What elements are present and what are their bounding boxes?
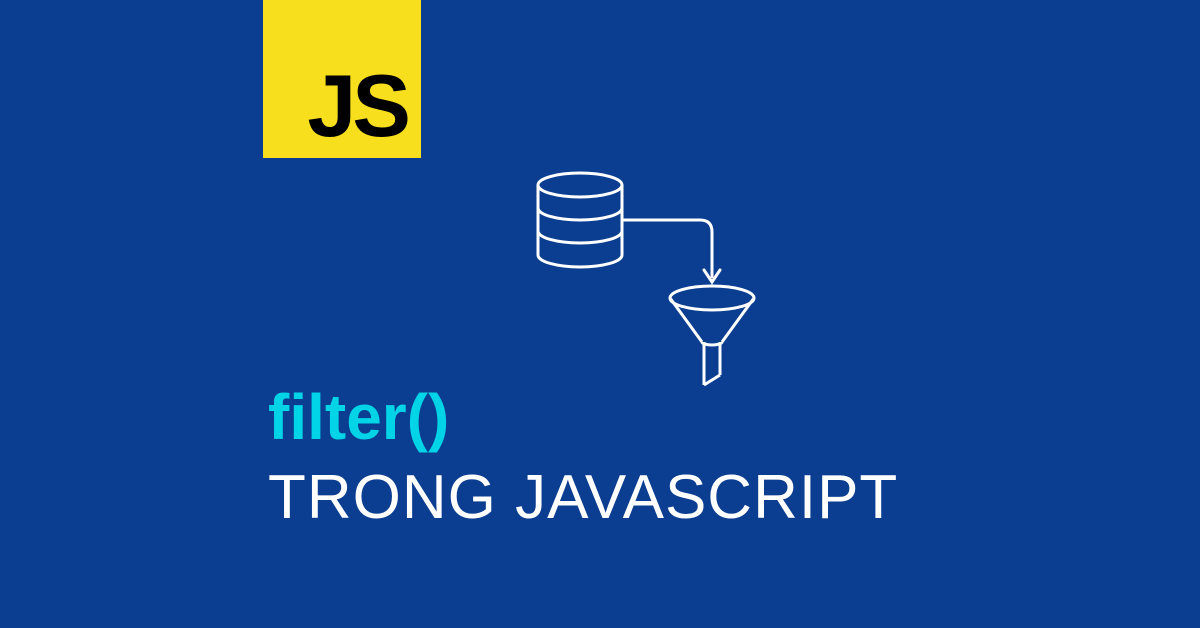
js-logo-badge: JS (263, 0, 421, 158)
subtitle-text: TRONG JAVASCRIPT (268, 467, 898, 529)
database-funnel-icon (530, 170, 790, 400)
title-block: filter() TRONG JAVASCRIPT (268, 385, 898, 529)
filter-method-name: filter() (268, 385, 898, 449)
filter-diagram (530, 170, 790, 400)
js-logo-text: JS (307, 62, 407, 150)
